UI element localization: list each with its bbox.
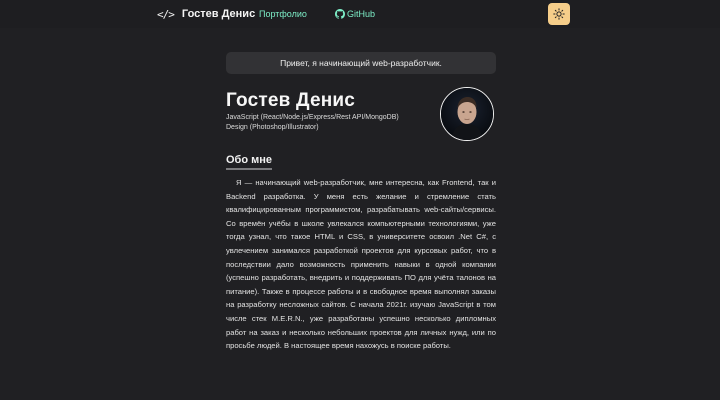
about-heading: Обо мне bbox=[226, 154, 273, 166]
github-icon bbox=[335, 9, 345, 19]
code-icon: </> bbox=[157, 7, 175, 21]
avatar-photo bbox=[441, 88, 493, 140]
about-heading-underline bbox=[226, 168, 272, 170]
page: </> Гостев Денис Портфолио GitHub Привет… bbox=[0, 0, 720, 400]
logo-link[interactable]: </> Гостев Денис bbox=[157, 6, 255, 22]
about-text: Я — начинающий web-разработчик, мне инте… bbox=[226, 178, 496, 351]
nav-link-github-label: GitHub bbox=[347, 9, 376, 19]
nav-link-portfolio[interactable]: Портфолио bbox=[259, 9, 307, 19]
nav-link-github[interactable]: GitHub bbox=[335, 9, 375, 19]
profile-skills-dev: JavaScript (React/Node.js/Express/Rest A… bbox=[226, 114, 399, 121]
greeting-banner: Привет, я начинающий web-разработчик. bbox=[226, 52, 496, 74]
profile-skills-design: Design (Photoshop/Illustrator) bbox=[226, 124, 319, 131]
theme-toggle-button[interactable] bbox=[548, 3, 570, 25]
logo-text: Гостев Денис bbox=[181, 8, 256, 20]
avatar bbox=[440, 87, 494, 141]
profile-name: Гостев Денис bbox=[226, 90, 356, 111]
sun-icon bbox=[553, 8, 565, 20]
top-navbar: </> Гостев Денис Портфолио GitHub bbox=[0, 0, 720, 28]
